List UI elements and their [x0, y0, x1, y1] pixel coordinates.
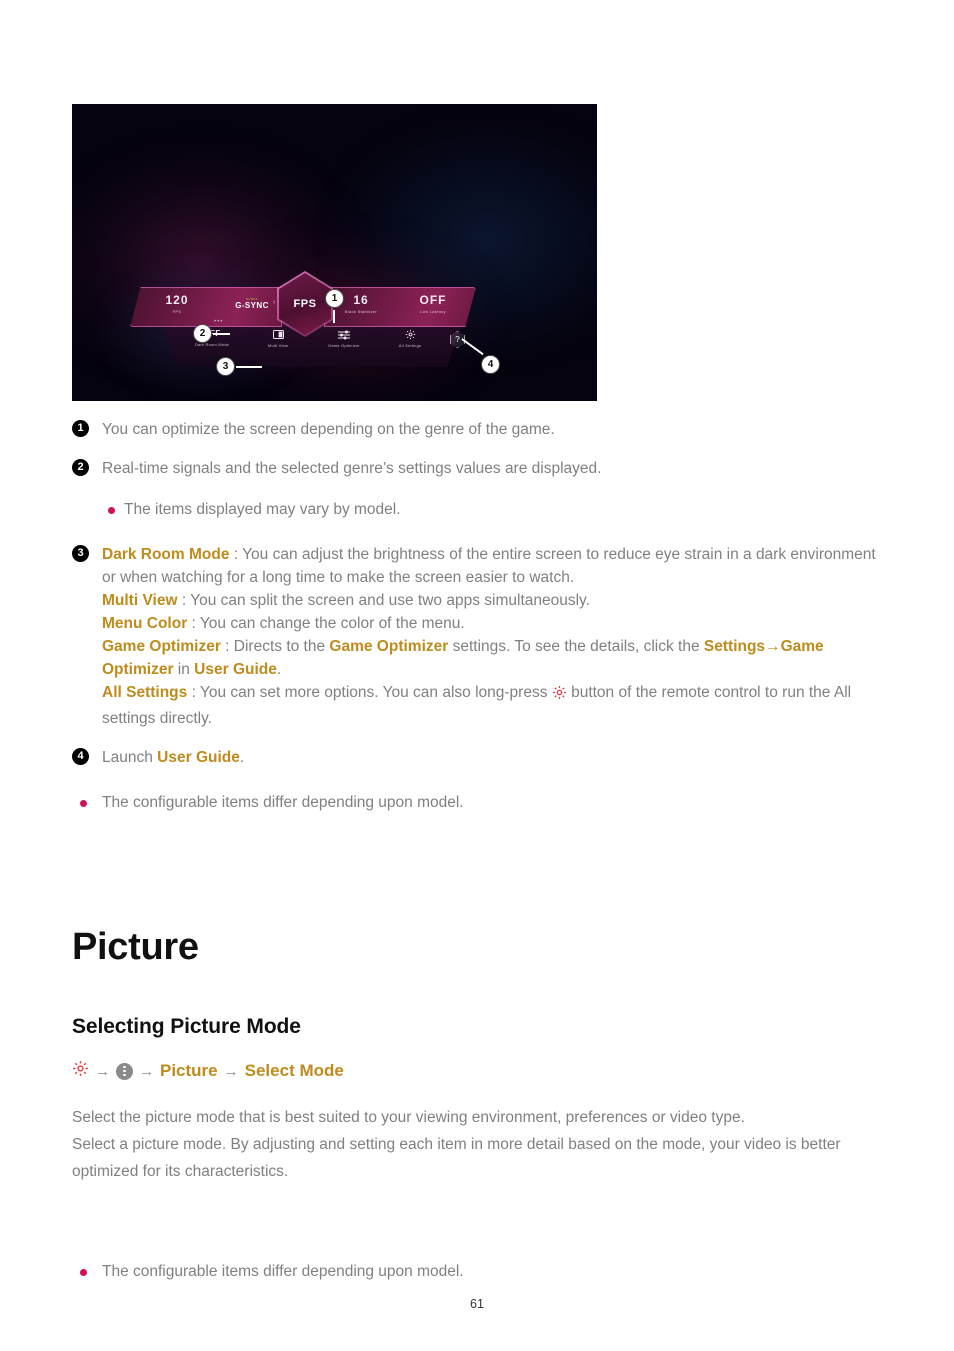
- breadcrumb-arrow-3-icon: →: [223, 1062, 239, 1080]
- gear-icon: [552, 684, 567, 707]
- model-note-bullet-top: The configurable items differ depending …: [72, 791, 882, 814]
- multi-view-icon: [246, 329, 310, 340]
- user-guide-link[interactable]: User Guide: [157, 749, 240, 766]
- callout-2: 2: [193, 324, 212, 343]
- user-guide-link-inline[interactable]: User Guide: [194, 661, 277, 678]
- low-latency-value: OFF: [419, 293, 447, 307]
- note-text-2-sub: The items displayed may vary by model.: [124, 501, 401, 518]
- multi-view-item[interactable]: Multi View: [246, 329, 310, 348]
- note-text-3: Dark Room Mode : You can adjust the brig…: [102, 546, 876, 727]
- launch-suffix: .: [239, 749, 245, 766]
- note-text-2: Real-time signals and the selected genre…: [102, 460, 602, 477]
- game-optimizer-item[interactable]: Game Optimizer: [312, 329, 376, 348]
- note-text-1: You can optimize the screen depending on…: [102, 421, 555, 438]
- note-item-4: 4 Launch User Guide.: [72, 746, 882, 769]
- path-arrow-icon: →: [765, 638, 781, 655]
- gear-icon: [378, 329, 442, 340]
- bullet-dot-icon: [80, 800, 87, 807]
- selecting-picture-mode-section: Selecting Picture Mode: [72, 1015, 892, 1039]
- multi-view-term: Multi View: [102, 592, 178, 609]
- bullet-dot-icon: [80, 1269, 87, 1276]
- note-badge-2: 2: [72, 459, 89, 476]
- all-settings-item[interactable]: All Settings: [378, 329, 442, 348]
- dark-room-mode-label: Dark Room Mode: [194, 342, 230, 347]
- page-dots-icon: •••: [214, 319, 224, 325]
- dark-room-mode-item[interactable]: OFF Dark Room Mode: [180, 329, 244, 347]
- game-optimizer-label: Game Optimizer: [328, 343, 360, 348]
- low-latency-label: Low Latency: [420, 309, 446, 314]
- fps-readout: 120 FPS: [142, 293, 212, 315]
- black-stabilizer-label: Black Stabilizer: [344, 309, 378, 314]
- section-heading: Selecting Picture Mode: [72, 1015, 301, 1038]
- page-title: Picture: [72, 926, 199, 968]
- breadcrumb-arrow-2-icon: →: [139, 1062, 154, 1080]
- callout-3-leader: [236, 366, 262, 368]
- model-note-text-bottom: The configurable items differ depending …: [102, 1263, 464, 1280]
- game-optimizer-term: Game Optimizer: [102, 638, 221, 655]
- callout-1: 1: [325, 289, 344, 308]
- breadcrumb-item-picture[interactable]: Picture: [160, 1061, 218, 1081]
- callout-2-leader: [213, 333, 230, 335]
- note-item-2-sub: The items displayed may vary by model.: [72, 498, 882, 521]
- fps-value: 120: [165, 293, 189, 307]
- gsync-name: G-SYNC: [235, 301, 269, 310]
- game-optimizer-desc-b: settings. To see the details, click the: [448, 638, 704, 655]
- note-badge-4: 4: [72, 748, 89, 765]
- note-item-1: 1 You can optimize the screen depending …: [72, 418, 882, 441]
- picture-section: Picture: [72, 926, 892, 969]
- in-connector: in: [173, 661, 195, 678]
- all-settings-desc-a: : You can set more options. You can also…: [187, 684, 552, 701]
- low-latency-readout: OFF Low Latency: [396, 293, 470, 315]
- game-optimizer-desc-a: : Directs to the: [220, 638, 330, 655]
- page-number: 61: [470, 1297, 484, 1311]
- menu-color-term: Menu Color: [102, 615, 188, 632]
- multi-view-desc: : You can split the screen and use two a…: [177, 592, 590, 609]
- picture-paragraph-1: Select the picture mode that is best sui…: [72, 1109, 745, 1126]
- all-settings-term: All Settings: [102, 684, 188, 701]
- all-settings-label: All Settings: [398, 343, 422, 348]
- fps-label: FPS: [172, 309, 182, 314]
- picture-paragraphs: Select the picture mode that is best sui…: [72, 1104, 884, 1185]
- dark-room-mode-term: Dark Room Mode: [102, 546, 230, 563]
- picture-paragraph-2: Select a picture mode. By adjusting and …: [72, 1136, 841, 1180]
- breadcrumb-arrow-1-icon: →: [95, 1062, 110, 1080]
- genre-hex-label: FPS: [293, 298, 317, 310]
- note-badge-3: 3: [72, 545, 89, 562]
- dark-room-mode-value: OFF: [180, 329, 244, 339]
- document-page: 120 FPS NVIDIA G-SYNC 16 Black Stabilize…: [0, 0, 954, 1351]
- multi-view-label: Multi View: [267, 343, 289, 348]
- sliders-icon: [312, 329, 376, 340]
- note-badge-1: 1: [72, 420, 89, 437]
- launch-prefix: Launch: [102, 749, 158, 766]
- gear-icon[interactable]: [72, 1060, 89, 1082]
- note-item-3: 3 Dark Room Mode : You can adjust the br…: [72, 543, 882, 730]
- note-item-2: 2 Real-time signals and the selected gen…: [72, 457, 882, 480]
- model-note-bullet-bottom: The configurable items differ depending …: [72, 1260, 884, 1283]
- bullet-dot-icon: [108, 507, 115, 514]
- more-options-icon[interactable]: [116, 1062, 133, 1080]
- model-note-text-top: The configurable items differ depending …: [102, 794, 464, 811]
- breadcrumb-item-select-mode[interactable]: Select Mode: [245, 1061, 344, 1081]
- breadcrumb: → → Picture → Select Mode: [72, 1060, 344, 1082]
- gsync-badge: NVIDIA G-SYNC: [226, 297, 278, 310]
- sentence-period: .: [276, 661, 282, 678]
- menu-color-desc: : You can change the color of the menu.: [187, 615, 465, 632]
- game-bar-figure: 120 FPS NVIDIA G-SYNC 16 Black Stabilize…: [72, 104, 597, 401]
- settings-path-link[interactable]: Settings: [704, 638, 765, 655]
- document-body: 1 You can optimize the screen depending …: [72, 418, 882, 814]
- callout-3: 3: [216, 357, 235, 376]
- callout-1-leader: [333, 310, 335, 323]
- genre-prev-arrow-icon[interactable]: ‹: [273, 299, 275, 306]
- game-optimizer-inline-link[interactable]: Game Optimizer: [329, 638, 448, 655]
- callout-4: 4: [481, 355, 500, 374]
